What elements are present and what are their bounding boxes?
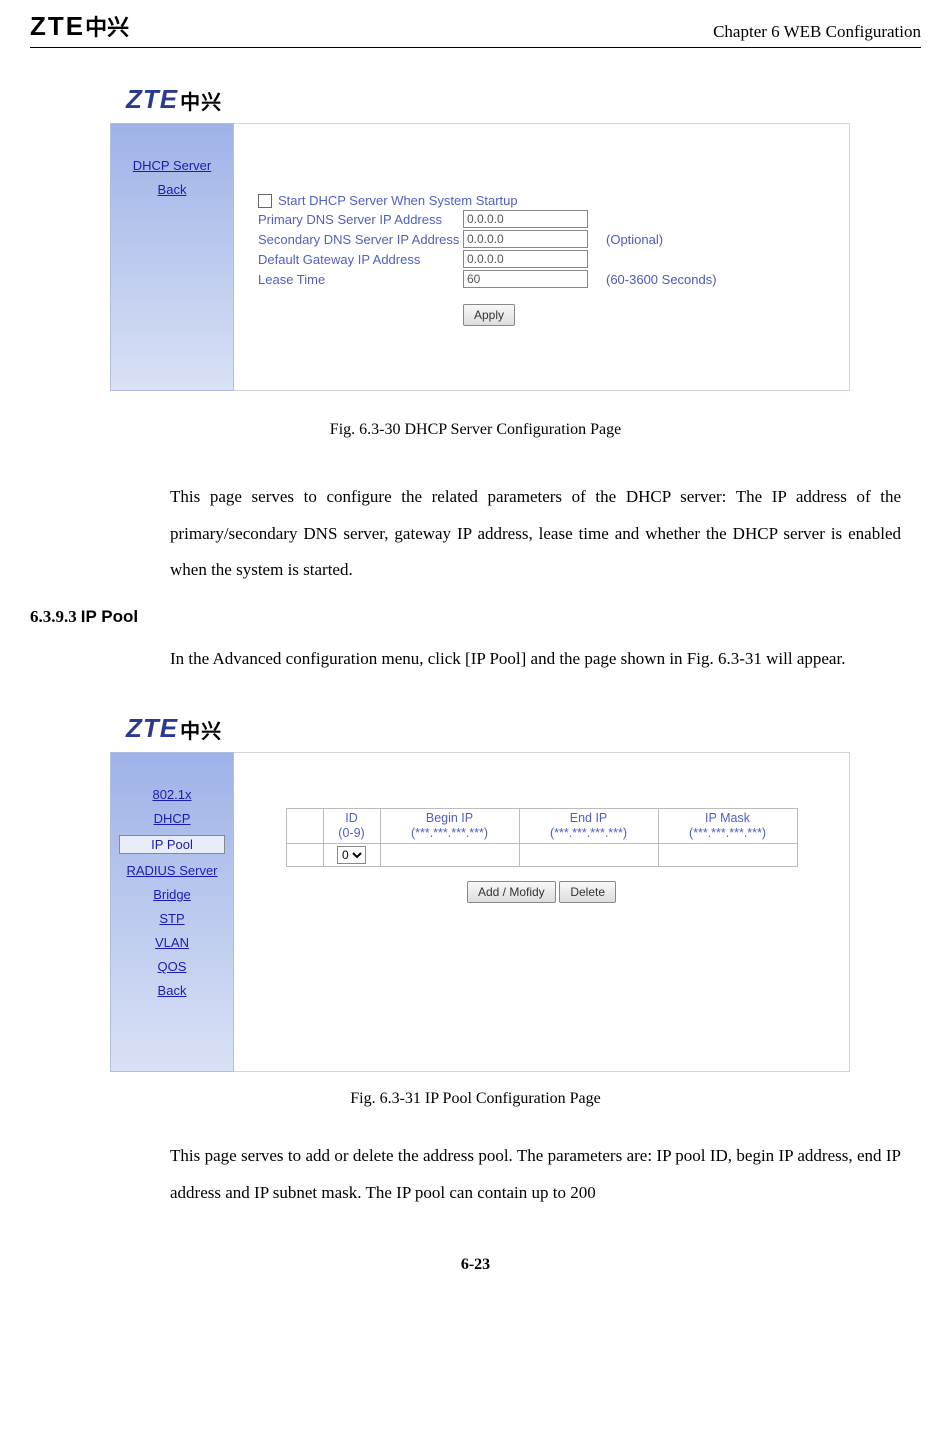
- delete-button[interactable]: Delete: [559, 881, 616, 903]
- th-id: ID(0-9): [323, 809, 380, 844]
- sidebar: DHCP Server Back: [110, 123, 234, 391]
- paragraph-3: This page serves to add or delete the ad…: [170, 1138, 901, 1211]
- id-select[interactable]: 0: [337, 846, 366, 864]
- main-panel: Start DHCP Server When System Startup Pr…: [234, 123, 850, 391]
- end-ip-cell: [519, 844, 658, 867]
- app-logo: ZTE中兴: [126, 84, 222, 115]
- start-dhcp-label: Start DHCP Server When System Startup: [278, 193, 518, 208]
- page-header: ZTE中兴 Chapter 6 WEB Configuration: [30, 0, 921, 48]
- figure-caption-2: Fig. 6.3-31 IP Pool Configuration Page: [30, 1090, 921, 1108]
- sidebar-item-bridge[interactable]: Bridge: [111, 887, 233, 902]
- app-logo-text-2: ZTE: [126, 713, 178, 744]
- section-number: 6.3.9.3: [30, 607, 77, 626]
- sidebar-item-back[interactable]: Back: [111, 182, 233, 197]
- th-begin: Begin IP(***.***.***.***): [380, 809, 519, 844]
- primary-dns-input[interactable]: [463, 210, 588, 228]
- sidebar-item-8021x[interactable]: 802.1x: [111, 787, 233, 802]
- row-blank: [286, 844, 323, 867]
- apply-button[interactable]: Apply: [463, 304, 515, 326]
- main-panel-2: ID(0-9) Begin IP(***.***.***.***) End IP…: [234, 752, 850, 1072]
- logo-cn: 中兴: [85, 10, 129, 42]
- lease-hint: (60-3600 Seconds): [606, 272, 717, 287]
- app-logo-2: ZTE中兴: [126, 713, 222, 744]
- sidebar-item-dhcp[interactable]: DHCP: [111, 811, 233, 826]
- doc-logo: ZTE中兴: [30, 10, 129, 42]
- chapter-label: Chapter 6 WEB Configuration: [713, 22, 921, 42]
- sidebar-item-stp[interactable]: STP: [111, 911, 233, 926]
- logo-text: ZTE: [30, 11, 85, 42]
- begin-ip-input[interactable]: [385, 847, 515, 863]
- ip-pool-table: ID(0-9) Begin IP(***.***.***.***) End IP…: [286, 808, 798, 867]
- optional-label: (Optional): [606, 232, 663, 247]
- sidebar-item-back-2[interactable]: Back: [111, 983, 233, 998]
- app-logo-cn-2: 中兴: [180, 715, 222, 744]
- paragraph-1: This page serves to configure the relate…: [170, 479, 901, 589]
- start-dhcp-checkbox[interactable]: [258, 194, 272, 208]
- figure-caption-1: Fig. 6.3-30 DHCP Server Configuration Pa…: [30, 421, 921, 439]
- sidebar-item-qos[interactable]: QOS: [111, 959, 233, 974]
- figure-6-3-31: ZTE中兴 802.1x DHCP IP Pool RADIUS Server …: [110, 702, 850, 1072]
- end-ip-input[interactable]: [524, 847, 654, 863]
- secondary-dns-label: Secondary DNS Server IP Address: [258, 232, 463, 247]
- sidebar-item-vlan[interactable]: VLAN: [111, 935, 233, 950]
- section-title: IP Pool: [81, 607, 138, 626]
- sidebar-item-ippool[interactable]: IP Pool: [119, 835, 225, 854]
- gateway-label: Default Gateway IP Address: [258, 252, 463, 267]
- secondary-dns-input[interactable]: [463, 230, 588, 248]
- th-blank: [286, 809, 323, 844]
- app-logo-text: ZTE: [126, 84, 178, 115]
- add-modify-button[interactable]: Add / Mofidy: [467, 881, 556, 903]
- paragraph-2: In the Advanced configuration menu, clic…: [170, 641, 901, 678]
- sidebar-item-dhcp-server[interactable]: DHCP Server: [111, 158, 233, 173]
- th-end: End IP(***.***.***.***): [519, 809, 658, 844]
- sidebar-2: 802.1x DHCP IP Pool RADIUS Server Bridge…: [110, 752, 234, 1072]
- page-number: 6-23: [30, 1256, 921, 1274]
- lease-input[interactable]: [463, 270, 588, 288]
- th-mask: IP Mask(***.***.***.***): [658, 809, 797, 844]
- begin-ip-cell: [380, 844, 519, 867]
- section-heading: 6.3.9.3IP Pool: [30, 607, 921, 627]
- id-cell: 0: [323, 844, 380, 867]
- primary-dns-label: Primary DNS Server IP Address: [258, 212, 463, 227]
- mask-input[interactable]: [663, 847, 793, 863]
- lease-label: Lease Time: [258, 272, 463, 287]
- gateway-input[interactable]: [463, 250, 588, 268]
- table-row: 0: [286, 844, 797, 867]
- app-logo-cn: 中兴: [180, 86, 222, 115]
- figure-6-3-30: ZTE中兴 DHCP Server Back Start DHCP Server…: [110, 73, 850, 391]
- mask-cell: [658, 844, 797, 867]
- sidebar-item-radius[interactable]: RADIUS Server: [111, 863, 233, 878]
